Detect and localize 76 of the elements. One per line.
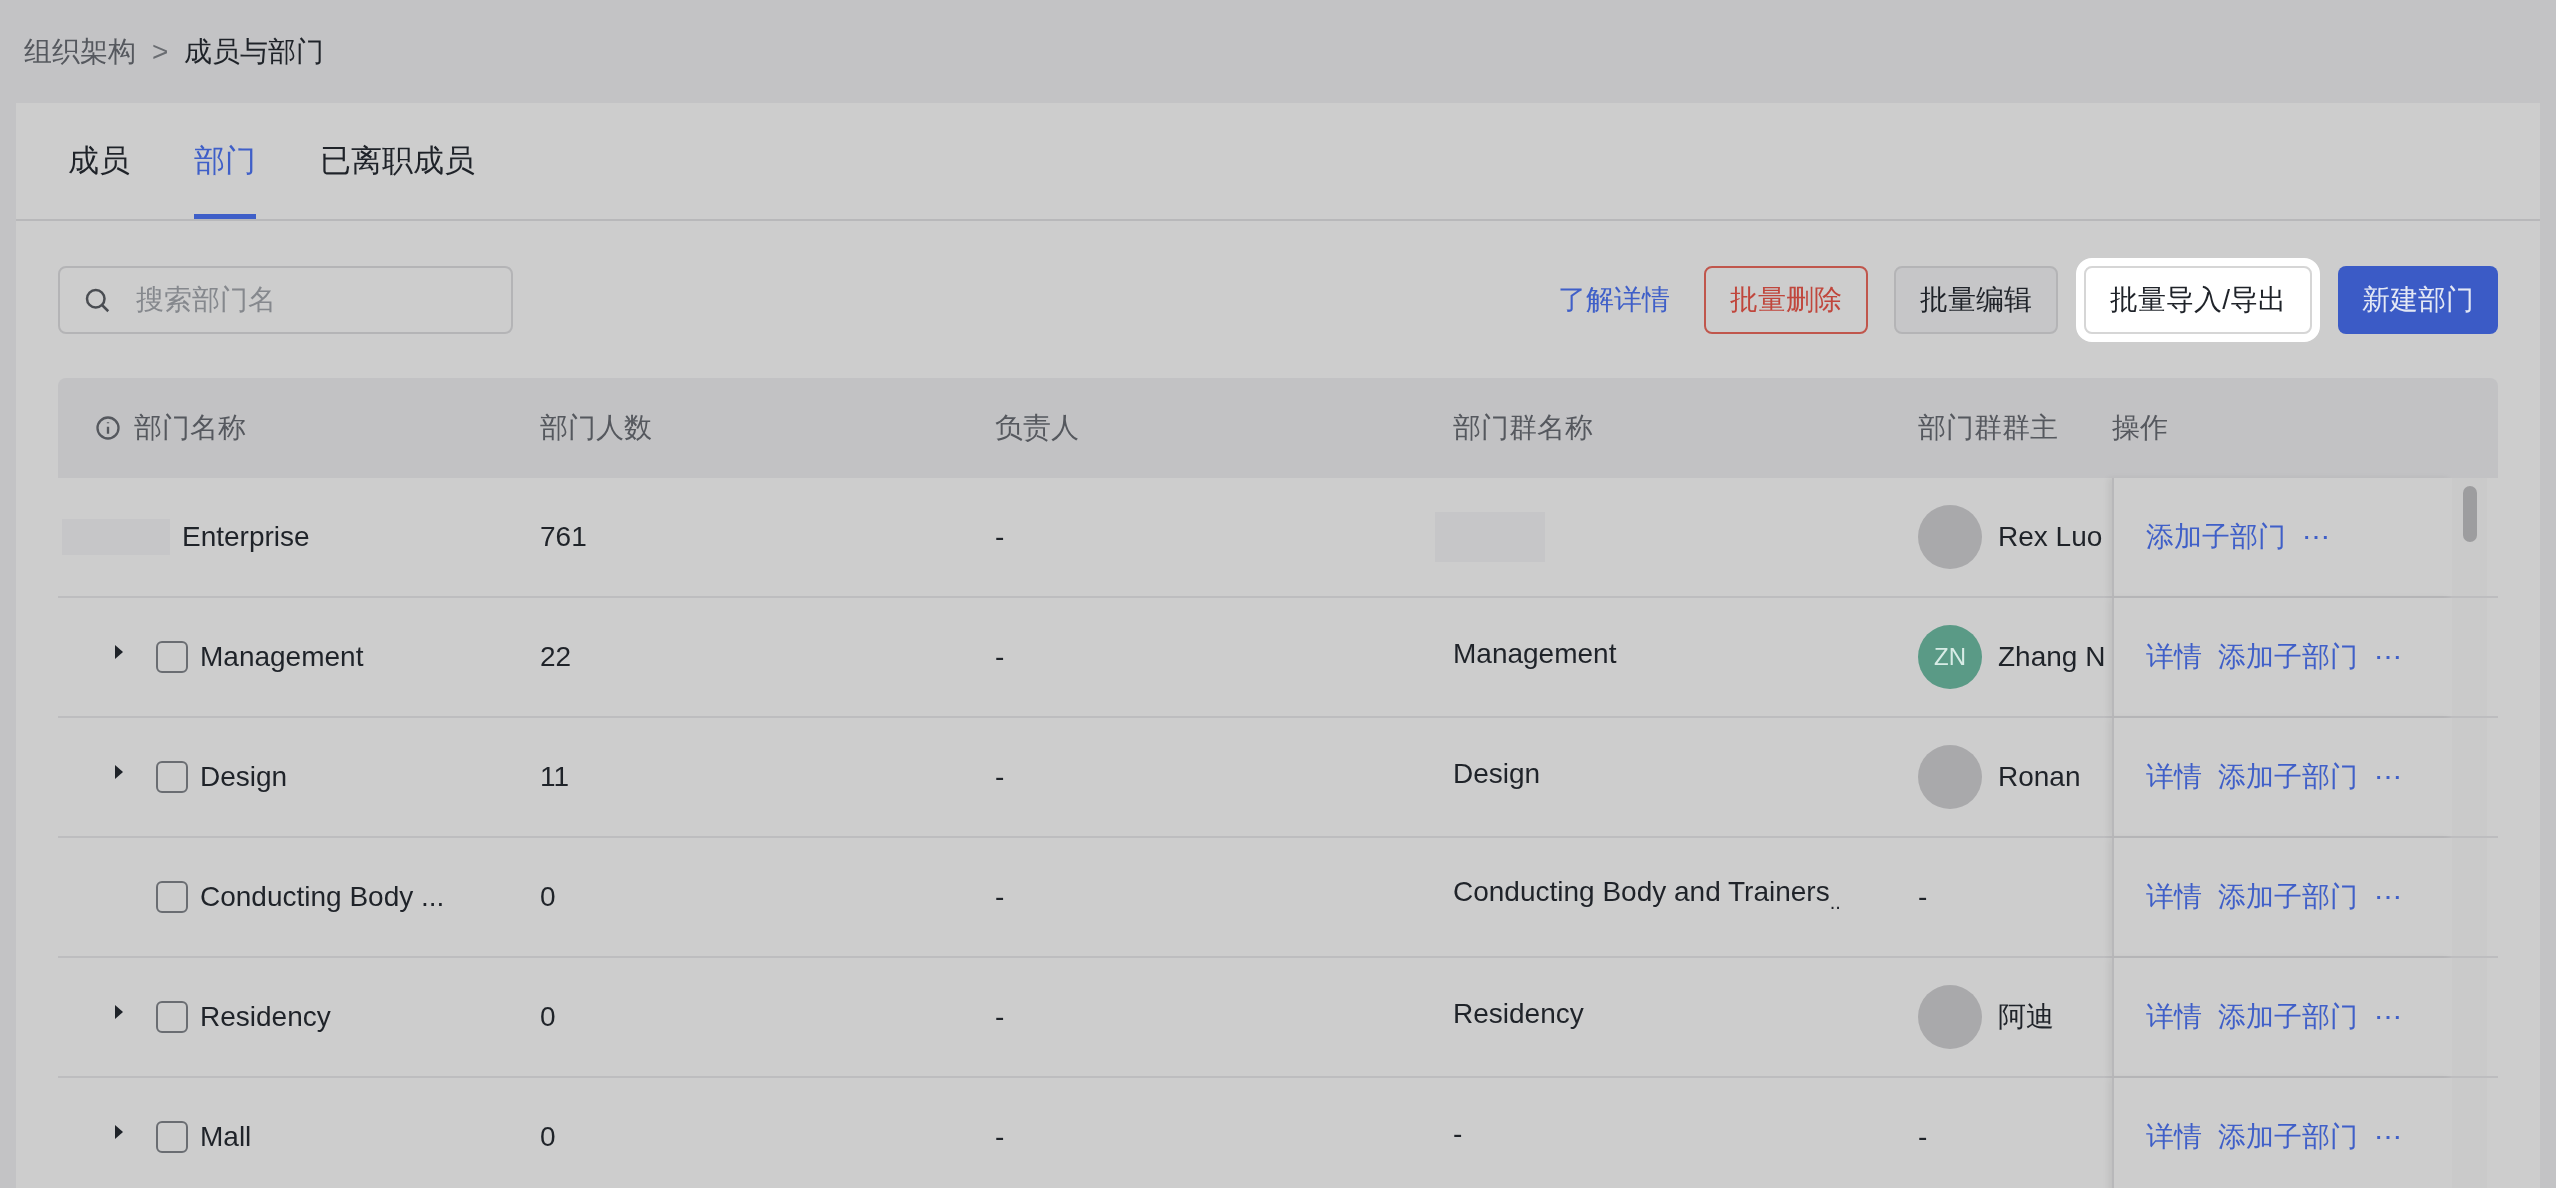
- breadcrumb-current: 成员与部门: [184, 34, 325, 69]
- action-link[interactable]: 详情: [2146, 876, 2202, 918]
- action-link[interactable]: 详情: [2146, 636, 2202, 678]
- action-link[interactable]: 添加子部门: [2218, 996, 2358, 1038]
- column-header: 部门群名称: [1453, 411, 1593, 445]
- learn-more-link[interactable]: 了解详情: [1550, 265, 1679, 334]
- more-button[interactable]: ⋯: [2374, 636, 2402, 678]
- department-name: Enterprise: [182, 520, 310, 554]
- group-name: Residency: [1453, 997, 1584, 1031]
- action-button[interactable]: 新建部门: [2338, 265, 2498, 334]
- member-count: 0: [540, 1120, 557, 1154]
- action-button[interactable]: 批量删除: [1704, 265, 1869, 334]
- checkbox[interactable]: [156, 641, 188, 673]
- more-button[interactable]: ⋯: [2374, 876, 2402, 918]
- department-name: Residency: [200, 1000, 331, 1034]
- more-button[interactable]: ⋯: [2374, 1116, 2402, 1158]
- column-header: 部门人数: [540, 411, 652, 445]
- breadcrumb-separator: >: [152, 34, 169, 69]
- member-count: 0: [540, 880, 557, 914]
- action-link[interactable]: 添加子部门: [2218, 636, 2358, 678]
- action-link[interactable]: 添加子部门: [2218, 756, 2358, 798]
- action-link[interactable]: 添加子部门: [2146, 516, 2286, 558]
- leader-cell-text: -: [995, 760, 1006, 794]
- group-name: Design: [1453, 757, 1541, 791]
- expand-arrow-icon[interactable]: [114, 1004, 124, 1020]
- member-count: 0: [540, 1000, 557, 1034]
- tab[interactable]: 已离职成员: [320, 109, 475, 219]
- action-link[interactable]: 详情: [2146, 756, 2202, 798]
- tab[interactable]: 部门: [194, 109, 256, 219]
- member-count: 22: [540, 640, 573, 674]
- breadcrumb-link[interactable]: 组织架构: [24, 30, 136, 73]
- action-link[interactable]: 添加子部门: [2218, 1116, 2358, 1158]
- scrollbar-thumb[interactable]: [2462, 486, 2477, 542]
- tab[interactable]: 成员: [68, 109, 130, 219]
- member-count: 11: [540, 760, 571, 794]
- action-link[interactable]: 添加子部门: [2218, 876, 2358, 918]
- department-name: Design: [200, 760, 288, 794]
- overflow-mark: ..: [1829, 890, 1841, 915]
- action-link[interactable]: 详情: [2146, 996, 2202, 1038]
- more-button[interactable]: ⋯: [2374, 996, 2402, 1038]
- leader-cell-text: -: [995, 520, 1006, 554]
- checkbox[interactable]: [156, 1121, 188, 1153]
- more-button[interactable]: ⋯: [2374, 756, 2402, 798]
- group-name: -: [1453, 1117, 1463, 1151]
- initials-avatar: ZN: [1918, 625, 1982, 689]
- expand-arrow-icon[interactable]: [114, 1124, 124, 1140]
- checkbox[interactable]: [156, 881, 188, 913]
- checkbox[interactable]: [156, 761, 188, 793]
- leader-cell-text: -: [995, 1120, 1006, 1154]
- leader-cell-text: -: [995, 880, 1006, 914]
- info-icon: [94, 414, 122, 442]
- group-name: Conducting Body and Trainers: [1453, 875, 1830, 909]
- department-name: Management: [200, 640, 364, 674]
- owner-name: -: [1918, 1120, 1929, 1154]
- expand-arrow-icon[interactable]: [114, 644, 124, 660]
- search-field[interactable]: 搜索部门名: [58, 265, 513, 334]
- owner-name: Ronan: [1998, 760, 2081, 794]
- action-link[interactable]: 详情: [2146, 1116, 2202, 1158]
- column-header: 操作: [2112, 411, 2168, 445]
- action-button[interactable]: 批量编辑: [1894, 265, 2059, 334]
- department-name: Conducting Body ...: [200, 880, 445, 914]
- department-name: Mall: [200, 1120, 252, 1154]
- leader-cell-text: -: [995, 1000, 1006, 1034]
- expand-arrow-icon[interactable]: [114, 764, 124, 780]
- member-count: 761: [540, 520, 588, 554]
- owner-name: -: [1918, 880, 1929, 914]
- column-header: 部门群群主: [1918, 411, 2058, 445]
- leader-cell-text: -: [995, 640, 1006, 674]
- owner-name: Zhang N: [1998, 640, 2106, 674]
- checkbox[interactable]: [156, 1001, 188, 1033]
- owner-name: Rex Luo: [1998, 520, 2103, 554]
- group-name: Management: [1453, 637, 1617, 671]
- column-header: 部门名称: [134, 411, 246, 445]
- column-header: 负责人: [995, 411, 1079, 445]
- owner-name: 阿迪: [1998, 1000, 2054, 1034]
- more-button[interactable]: ⋯: [2302, 516, 2330, 558]
